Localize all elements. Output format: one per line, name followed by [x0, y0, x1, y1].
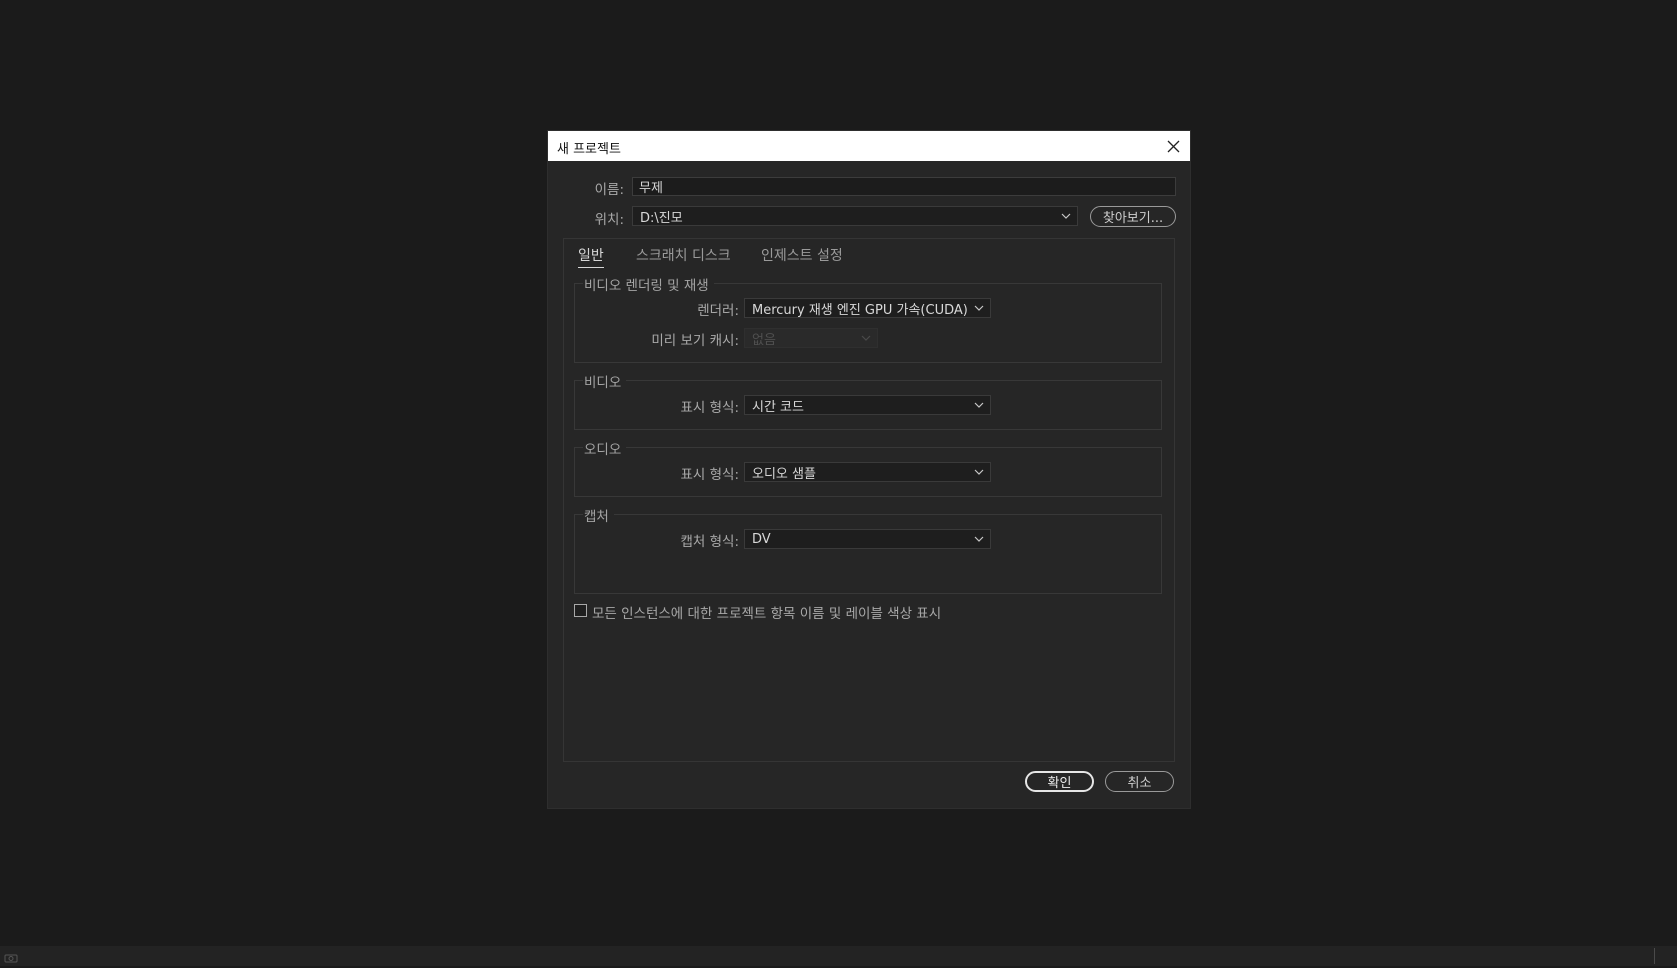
show-labels-checkbox[interactable] — [574, 604, 587, 617]
new-project-dialog: 새 프로젝트 이름: 무제 위치: D:\진모 찾아보기... 일반 스크래치 … — [548, 131, 1190, 808]
preview-cache-dropdown: 없음 — [744, 328, 878, 348]
audio-group-title: 오디오 — [583, 438, 627, 458]
status-divider — [1654, 948, 1655, 964]
ok-button[interactable]: 확인 — [1025, 771, 1094, 792]
chevron-down-icon — [974, 305, 984, 311]
tab-scratch-disks[interactable]: 스크래치 디스크 — [636, 245, 731, 265]
name-label: 이름: — [594, 182, 624, 198]
capture-group: 캡처 캡처 형식: DV — [574, 505, 1162, 594]
chevron-down-icon — [861, 335, 871, 341]
rendering-group-title: 비디오 렌더링 및 재생 — [583, 274, 714, 294]
audio-display-value: 오디오 샘플 — [752, 466, 816, 482]
status-bar — [0, 946, 1677, 966]
browse-label: 찾아보기... — [1102, 211, 1164, 226]
audio-display-label: 표시 형식: — [680, 467, 739, 483]
video-display-value: 시간 코드 — [752, 399, 804, 415]
browse-button[interactable]: 찾아보기... — [1090, 206, 1176, 227]
audio-group: 오디오 표시 형식: 오디오 샘플 — [574, 438, 1162, 497]
cancel-label: 취소 — [1127, 776, 1152, 791]
ok-label: 확인 — [1047, 776, 1072, 791]
capture-format-label: 캡처 형식: — [680, 534, 739, 550]
chevron-down-icon — [974, 469, 984, 475]
name-field[interactable]: 무제 — [632, 177, 1176, 196]
close-icon — [1167, 140, 1179, 152]
video-group-title: 비디오 — [583, 371, 627, 391]
chevron-down-icon — [974, 402, 984, 408]
chevron-down-icon — [1061, 213, 1071, 219]
name-value: 무제 — [639, 181, 663, 196]
tab-general[interactable]: 일반 — [578, 245, 604, 268]
location-value: D:\진모 — [640, 210, 683, 226]
rendering-group: 비디오 렌더링 및 재생 렌더러: Mercury 재생 엔진 GPU 가속(C… — [574, 274, 1162, 363]
video-display-label: 표시 형식: — [680, 400, 739, 416]
settings-panel: 일반 스크래치 디스크 인제스트 설정 비디오 렌더링 및 재생 렌더러: Me… — [563, 238, 1175, 762]
capture-format-dropdown[interactable]: DV — [744, 529, 991, 549]
renderer-label: 렌더러: — [697, 303, 739, 319]
show-labels-label[interactable]: 모든 인스턴스에 대한 프로젝트 항목 이름 및 레이블 색상 표시 — [592, 602, 941, 622]
chevron-down-icon — [974, 536, 984, 542]
tab-ingest-settings[interactable]: 인제스트 설정 — [761, 245, 843, 265]
capture-format-value: DV — [752, 531, 771, 547]
dialog-title: 새 프로젝트 — [557, 142, 621, 157]
location-label: 위치: — [594, 212, 624, 228]
renderer-value: Mercury 재생 엔진 GPU 가속(CUDA) — [752, 302, 968, 318]
audio-display-dropdown[interactable]: 오디오 샘플 — [744, 462, 991, 482]
cancel-button[interactable]: 취소 — [1105, 771, 1174, 792]
capture-group-title: 캡처 — [583, 505, 614, 525]
video-display-dropdown[interactable]: 시간 코드 — [744, 395, 991, 415]
status-icon — [4, 949, 18, 968]
preview-cache-value: 없음 — [752, 332, 776, 348]
dialog-titlebar: 새 프로젝트 — [548, 131, 1190, 161]
preview-cache-label: 미리 보기 캐시: — [651, 333, 739, 349]
location-dropdown[interactable]: D:\진모 — [632, 206, 1078, 226]
close-button[interactable] — [1162, 135, 1184, 157]
video-group: 비디오 표시 형식: 시간 코드 — [574, 371, 1162, 430]
renderer-dropdown[interactable]: Mercury 재생 엔진 GPU 가속(CUDA) — [744, 298, 991, 318]
